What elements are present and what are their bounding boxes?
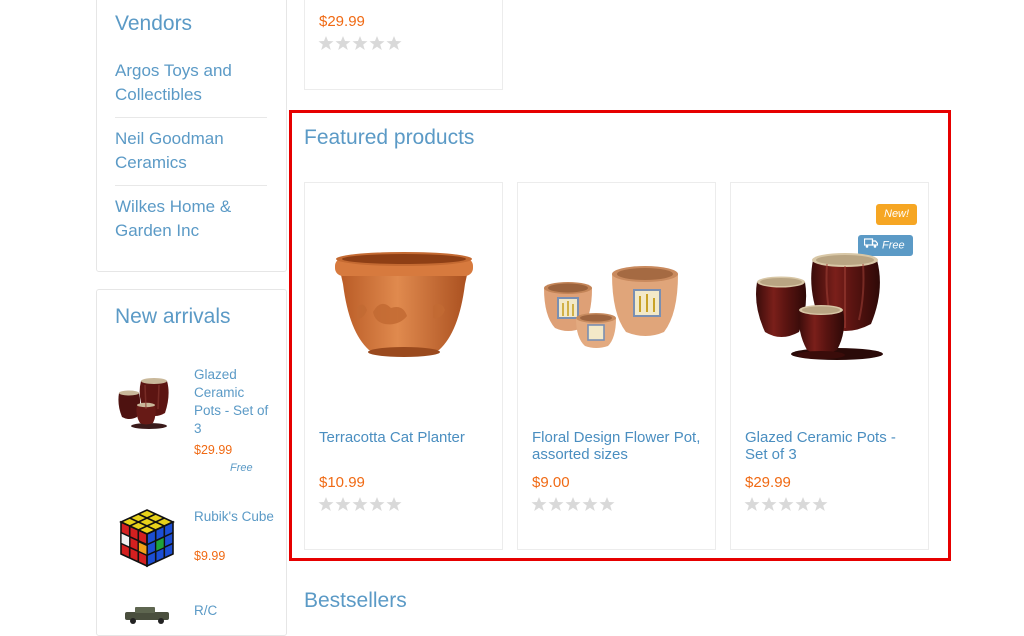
- bestsellers-title: Bestsellers: [304, 589, 407, 612]
- new-arrival-price: $9.99: [194, 549, 226, 563]
- new-arrival-thumbnail[interactable]: [119, 604, 177, 624]
- new-arrival-name[interactable]: Glazed Ceramic Pots - Set of 3: [194, 366, 274, 438]
- new-arrival-thumbnail[interactable]: [115, 373, 179, 429]
- vendors-panel: Vendors Argos Toys and Collectibles Neil…: [96, 0, 287, 272]
- vendor-link-neil-goodman[interactable]: Neil Goodman Ceramics: [115, 127, 275, 175]
- star-icon: [369, 35, 385, 51]
- product-price: $29.99: [319, 13, 365, 30]
- vendor-link-wilkes[interactable]: Wilkes Home & Garden Inc: [115, 195, 275, 243]
- product-card: $29.99: [304, 0, 503, 90]
- free-shipping-label: Free: [230, 462, 253, 474]
- vendors-title: Vendors: [115, 12, 193, 35]
- divider: [115, 185, 267, 186]
- divider: [115, 117, 267, 118]
- star-icon: [352, 35, 368, 51]
- new-arrival-name[interactable]: R/C: [194, 602, 274, 620]
- highlight-box: [289, 110, 951, 561]
- vendor-link-argos[interactable]: Argos Toys and Collectibles: [115, 59, 275, 107]
- new-arrival-price: $29.99: [194, 443, 233, 457]
- star-icon: [318, 35, 334, 51]
- new-arrivals-title: New arrivals: [115, 305, 231, 328]
- star-icon: [335, 35, 351, 51]
- star-icon: [386, 35, 402, 51]
- new-arrival-thumbnail[interactable]: [117, 506, 177, 570]
- new-arrival-name[interactable]: Rubik's Cube: [194, 508, 274, 526]
- new-arrivals-panel: New arrivals Glazed Ceramic Pots - Set o…: [96, 289, 287, 636]
- rating-stars: [318, 35, 402, 51]
